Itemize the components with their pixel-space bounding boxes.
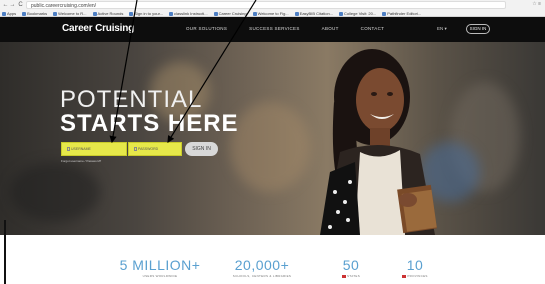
nav-about[interactable]: ABOUT: [322, 26, 339, 31]
us-flag-icon: [341, 274, 346, 278]
stat-number: 10: [406, 257, 424, 273]
stat-states: 50 STATES: [333, 257, 369, 278]
bookmark-icon: [294, 11, 299, 16]
stat-number: 50: [342, 257, 360, 273]
header-signin-button[interactable]: SIGN IN: [466, 24, 490, 34]
bookmark-icon: [382, 11, 387, 16]
nav-success-services[interactable]: SUCCESS SERVICES: [249, 26, 299, 31]
password-field[interactable]: PASSWORD: [128, 142, 182, 156]
bookmark-item[interactable]: Pathfinder Editori...: [382, 10, 421, 17]
bookmark-icon: [129, 11, 134, 16]
lock-icon: [134, 147, 137, 151]
user-icon: [67, 147, 70, 151]
hero-section: POTENTIAL STARTS HERE USERNAME PASSWORD …: [0, 42, 545, 235]
username-placeholder: USERNAME: [71, 147, 91, 151]
reload-icon[interactable]: C: [17, 2, 24, 9]
bookmark-icon: [213, 11, 218, 16]
stat-label: SCHOOLS, CENTERS & LIBRARIES: [232, 274, 292, 278]
bookmark-icon: [339, 11, 344, 16]
password-placeholder: PASSWORD: [138, 147, 159, 151]
forward-icon[interactable]: →: [9, 2, 16, 9]
site-logo[interactable]: Career Cruising: [62, 23, 134, 34]
menu-icon[interactable]: ☆ ≡: [532, 1, 541, 7]
forgot-credentials-link[interactable]: Forgot username / Password?: [61, 159, 101, 163]
site-header: Career Cruising OUR SOLUTIONS SUCCESS SE…: [0, 17, 545, 42]
background-blur: [10, 162, 100, 222]
bookmark-icon: [2, 11, 6, 16]
stat-schools: 20,000+ SCHOOLS, CENTERS & LIBRARIES: [227, 257, 297, 278]
bookmark-icon: [92, 11, 97, 16]
bookmark-item[interactable]: College Visit: 20...: [339, 10, 376, 17]
stats-section: 5 MILLION+ USERS WORLDWIDE 20,000+ SCHOO…: [0, 235, 545, 284]
hero-signin-button[interactable]: SIGN IN: [185, 142, 218, 156]
canada-flag-icon: [402, 274, 407, 278]
bookmark-item[interactable]: Apps: [2, 10, 16, 17]
bookmark-item[interactable]: Active Rounds: [92, 10, 123, 17]
background-blur: [230, 102, 310, 192]
annotation-line: [4, 220, 6, 284]
bookmark-item[interactable]: Welcome to R...: [53, 10, 87, 17]
stat-users: 5 MILLION+ USERS WORLDWIDE: [112, 257, 208, 278]
bookmarks-bar: Apps Bookmarks Welcome to R... Active Ro…: [2, 10, 542, 17]
bookmark-icon: [169, 11, 174, 16]
student-photo: [320, 49, 437, 235]
bookmark-item[interactable]: Welcome to Fig...: [252, 10, 289, 17]
address-bar[interactable]: public.careercruising.com/en/: [26, 1, 506, 9]
stat-number: 20,000+: [234, 257, 290, 273]
stat-label: STATES: [346, 274, 361, 278]
nav-contact[interactable]: CONTACT: [361, 26, 385, 31]
browser-chrome: ← → C public.careercruising.com/en/ ☆ ≡ …: [0, 0, 545, 17]
hero-title-line2: STARTS HERE: [60, 110, 239, 137]
nav-our-solutions[interactable]: OUR SOLUTIONS: [186, 26, 227, 31]
language-select[interactable]: EN ▾: [437, 26, 447, 32]
bookmark-item[interactable]: classlink Instructi...: [169, 10, 208, 17]
bookmark-item[interactable]: Sign in to your...: [129, 10, 163, 17]
bookmark-item[interactable]: Career Cruising: [213, 10, 247, 17]
bookmark-item[interactable]: EasyBIB Citation...: [294, 10, 333, 17]
stat-number: 5 MILLION+: [119, 257, 201, 273]
stat-provinces: 10 PROVINCES: [392, 257, 438, 278]
bookmark-icon: [53, 11, 58, 16]
stat-label: USERS WORLDWIDE: [142, 274, 178, 278]
stat-label: PROVINCES: [407, 274, 428, 278]
username-field[interactable]: USERNAME: [61, 142, 127, 156]
bookmark-icon: [252, 11, 257, 16]
main-nav: OUR SOLUTIONS SUCCESS SERVICES ABOUT CON…: [186, 26, 384, 31]
bookmark-icon: [22, 11, 27, 16]
bookmark-item[interactable]: Bookmarks: [22, 10, 47, 17]
back-icon[interactable]: ←: [2, 2, 9, 9]
